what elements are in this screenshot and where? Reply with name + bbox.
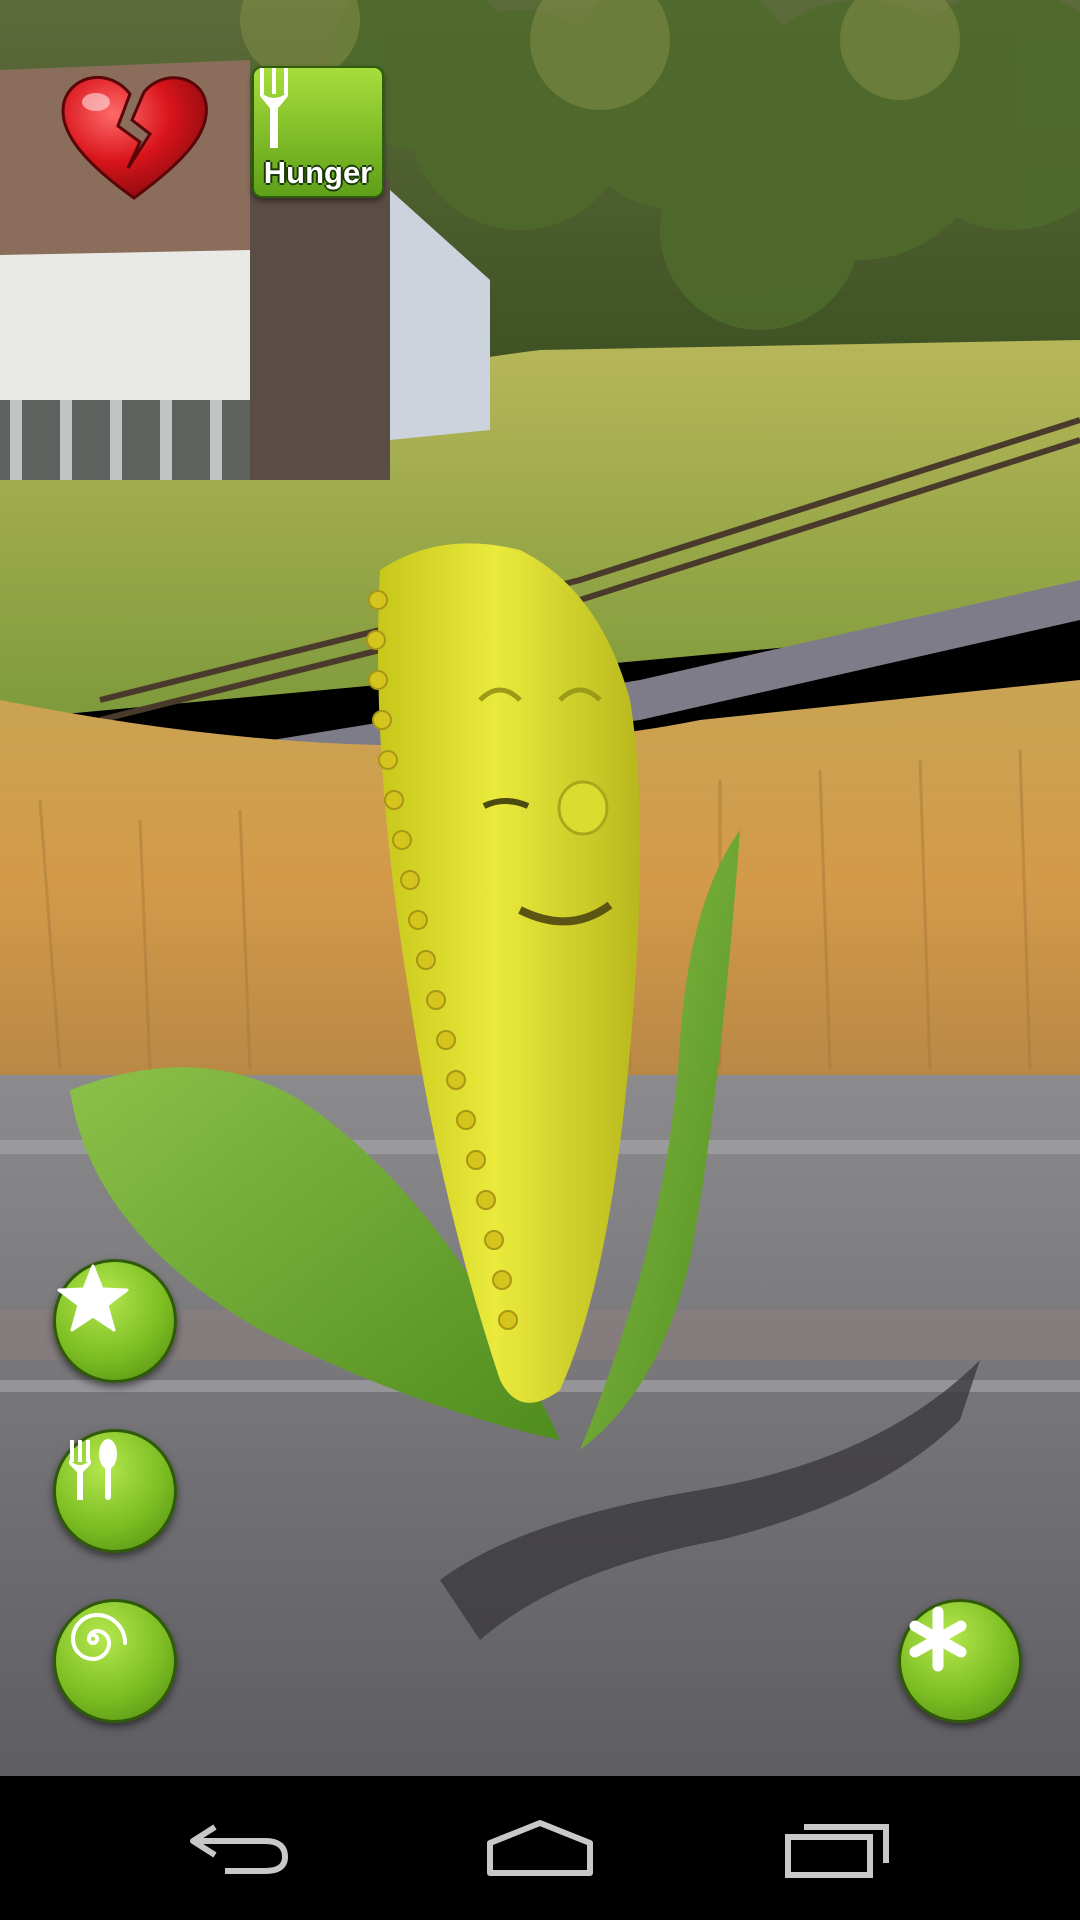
broken-heart-icon bbox=[58, 68, 210, 204]
star-icon bbox=[57, 1264, 129, 1332]
spiral-icon bbox=[70, 1612, 127, 1662]
home-button[interactable] bbox=[460, 1776, 620, 1920]
hypnotize-button[interactable] bbox=[53, 1599, 177, 1723]
hunger-label: Hunger bbox=[263, 155, 373, 190]
more-button[interactable] bbox=[898, 1599, 1022, 1723]
back-button[interactable] bbox=[160, 1776, 320, 1920]
favorite-button[interactable] bbox=[53, 1259, 177, 1383]
asterisk-icon bbox=[909, 1606, 967, 1672]
fork-spoon-icon bbox=[69, 1439, 117, 1500]
system-navigation-bar bbox=[0, 1776, 1080, 1920]
hunger-button[interactable]: Hunger bbox=[252, 66, 384, 198]
back-icon bbox=[190, 1824, 289, 1874]
recents-button[interactable] bbox=[760, 1776, 920, 1920]
home-icon bbox=[487, 1820, 593, 1876]
feed-button[interactable] bbox=[53, 1429, 177, 1553]
game-scene[interactable]: Hunger bbox=[0, 0, 1080, 1776]
recents-icon bbox=[785, 1824, 889, 1878]
fork-icon bbox=[260, 68, 288, 148]
